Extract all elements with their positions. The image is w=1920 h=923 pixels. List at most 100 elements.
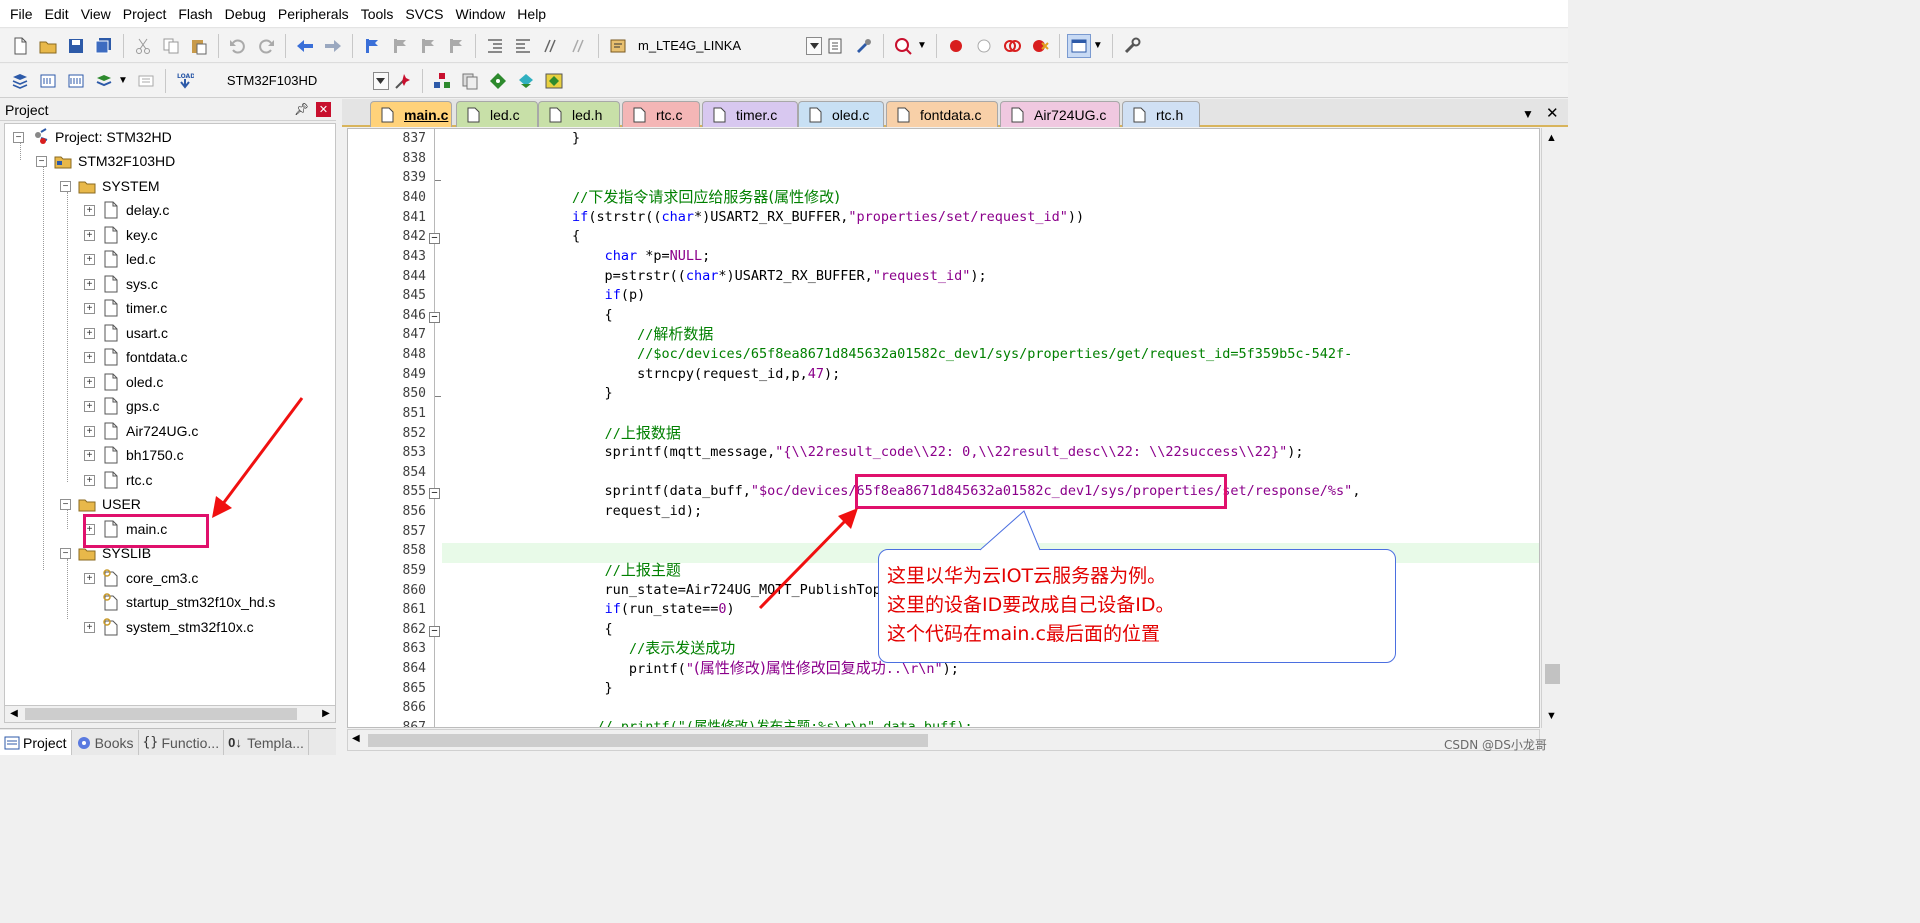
tab-main-c[interactable]: main.c	[370, 101, 452, 127]
tree-file-startup-s[interactable]: startup_stm32f10x_hd.s	[84, 590, 275, 614]
rte-manage-icon[interactable]	[542, 69, 566, 93]
batch-build-icon[interactable]	[92, 69, 116, 93]
tab-oled-c[interactable]: oled.c	[798, 101, 884, 127]
file-extensions-icon[interactable]	[458, 69, 482, 93]
scroll-left-icon[interactable]: ◀	[7, 708, 21, 720]
menu-peripherals[interactable]: Peripherals	[272, 0, 355, 28]
expand-toggle[interactable]: +	[84, 622, 95, 633]
scroll-thumb[interactable]	[1545, 664, 1560, 684]
close-icon[interactable]: ✕	[316, 102, 331, 117]
menu-debug[interactable]: Debug	[219, 0, 272, 28]
tree-file-air724ug-c[interactable]: + Air724UG.c	[84, 419, 198, 443]
save-all-icon[interactable]	[92, 34, 116, 58]
tree-group-user[interactable]: − USER	[60, 492, 141, 516]
zoom-debug-icon[interactable]	[891, 34, 915, 58]
scroll-thumb[interactable]	[25, 708, 297, 720]
collapse-toggle[interactable]: −	[60, 548, 71, 559]
tab-rtc-c[interactable]: rtc.c	[622, 101, 700, 127]
breakpoint-insert-icon[interactable]	[944, 34, 968, 58]
tree-file-usart-c[interactable]: + usart.c	[84, 321, 168, 345]
tree-file-bh1750-c[interactable]: + bh1750.c	[84, 443, 184, 467]
project-tree-hscrollbar[interactable]: ◀ ▶	[4, 705, 336, 723]
tree-file-core-cm3-c[interactable]: + core_cm3.c	[84, 566, 198, 590]
tree-file-delay-c[interactable]: + delay.c	[84, 198, 169, 222]
expand-toggle[interactable]: +	[84, 279, 95, 290]
expand-toggle[interactable]: +	[84, 377, 95, 388]
wrench-icon[interactable]	[1120, 34, 1144, 58]
tools-icon[interactable]	[852, 34, 876, 58]
collapse-toggle[interactable]: −	[36, 156, 47, 167]
collapse-toggle[interactable]: −	[13, 132, 24, 143]
tree-target[interactable]: − STM32F103HD	[36, 149, 175, 173]
chevron-down-icon[interactable]: ▼	[118, 75, 128, 86]
tab-templates[interactable]: 0↓ Templa...	[224, 730, 309, 755]
target-options-icon[interactable]	[391, 69, 415, 93]
find-in-files-icon[interactable]	[606, 34, 630, 58]
bookmark-clear-icon[interactable]	[444, 34, 468, 58]
expand-toggle[interactable]: +	[84, 205, 95, 216]
tree-file-oled-c[interactable]: + oled.c	[84, 370, 163, 394]
configure-icon[interactable]	[824, 34, 848, 58]
indent-icon[interactable]	[483, 34, 507, 58]
select-packs-icon[interactable]	[514, 69, 538, 93]
stop-build-icon[interactable]	[134, 69, 158, 93]
fold-toggle-icon[interactable]: −	[429, 233, 440, 244]
tab-fontdata-c[interactable]: fontdata.c	[886, 101, 998, 127]
open-folder-icon[interactable]	[36, 34, 60, 58]
tab-books[interactable]: Books	[72, 730, 139, 755]
tab-project[interactable]: Project	[0, 730, 72, 755]
chevron-down-icon[interactable]	[372, 71, 389, 90]
chevron-down-icon[interactable]: ▼	[917, 40, 927, 51]
scroll-up-icon[interactable]: ▲	[1546, 132, 1557, 144]
menu-flash[interactable]: Flash	[172, 0, 218, 28]
device-combo[interactable]: STM32F103HD	[198, 68, 389, 93]
tree-file-led-c[interactable]: + led.c	[84, 247, 156, 271]
bookmark-prev-icon[interactable]	[388, 34, 412, 58]
bookmark-next-icon[interactable]	[416, 34, 440, 58]
tree-file-key-c[interactable]: + key.c	[84, 223, 158, 247]
tree-root-project[interactable]: − Project: STM32HD	[13, 125, 172, 149]
cut-icon[interactable]	[131, 34, 155, 58]
tab-led-h[interactable]: led.h	[538, 101, 620, 127]
outdent-icon[interactable]	[511, 34, 535, 58]
collapse-toggle[interactable]: −	[60, 499, 71, 510]
menu-file[interactable]: File	[4, 0, 39, 28]
manage-project-icon[interactable]	[430, 69, 454, 93]
fold-toggle-icon[interactable]: −	[429, 626, 440, 637]
tree-file-timer-c[interactable]: + timer.c	[84, 296, 167, 320]
menu-view[interactable]: View	[75, 0, 117, 28]
scroll-thumb[interactable]	[368, 734, 928, 747]
comment-icon[interactable]	[539, 34, 563, 58]
nav-back-icon[interactable]	[293, 34, 317, 58]
expand-toggle[interactable]: +	[84, 352, 95, 363]
pin-icon[interactable]: 📌︎	[294, 102, 309, 116]
menu-svcs[interactable]: SVCS	[399, 0, 449, 28]
tab-timer-c[interactable]: timer.c	[702, 101, 798, 127]
scroll-down-icon[interactable]: ▼	[1546, 710, 1557, 722]
breakpoint-kill-all-icon[interactable]	[1028, 34, 1052, 58]
fold-toggle-icon[interactable]: −	[429, 488, 440, 499]
target-combo[interactable]: m_LTE4G_LINKA	[632, 33, 822, 58]
expand-toggle[interactable]: +	[84, 328, 95, 339]
breakpoint-disable-all-icon[interactable]	[1000, 34, 1024, 58]
load-download-icon[interactable]: LOAD	[173, 69, 197, 93]
new-file-icon[interactable]	[8, 34, 32, 58]
tab-led-c[interactable]: led.c	[456, 101, 538, 127]
fold-toggle-icon[interactable]: −	[429, 312, 440, 323]
expand-toggle[interactable]: +	[84, 230, 95, 241]
nav-forward-icon[interactable]	[321, 34, 345, 58]
breakpoint-enable-icon[interactable]	[972, 34, 996, 58]
menu-project[interactable]: Project	[117, 0, 173, 28]
pack-installer-icon[interactable]	[486, 69, 510, 93]
scroll-left-icon[interactable]: ◀	[352, 733, 360, 744]
tree-file-system-stm32-c[interactable]: + system_stm32f10x.c	[84, 615, 254, 639]
expand-toggle[interactable]: +	[84, 254, 95, 265]
tree-file-sys-c[interactable]: + sys.c	[84, 272, 158, 296]
build-icon[interactable]	[36, 69, 60, 93]
tree-group-system[interactable]: − SYSTEM	[60, 174, 160, 198]
menu-help[interactable]: Help	[511, 0, 552, 28]
tree-file-fontdata-c[interactable]: + fontdata.c	[84, 345, 188, 369]
chevron-down-icon[interactable]: ▼	[1093, 40, 1103, 51]
expand-toggle[interactable]: +	[84, 303, 95, 314]
chevron-down-icon[interactable]	[806, 36, 822, 55]
